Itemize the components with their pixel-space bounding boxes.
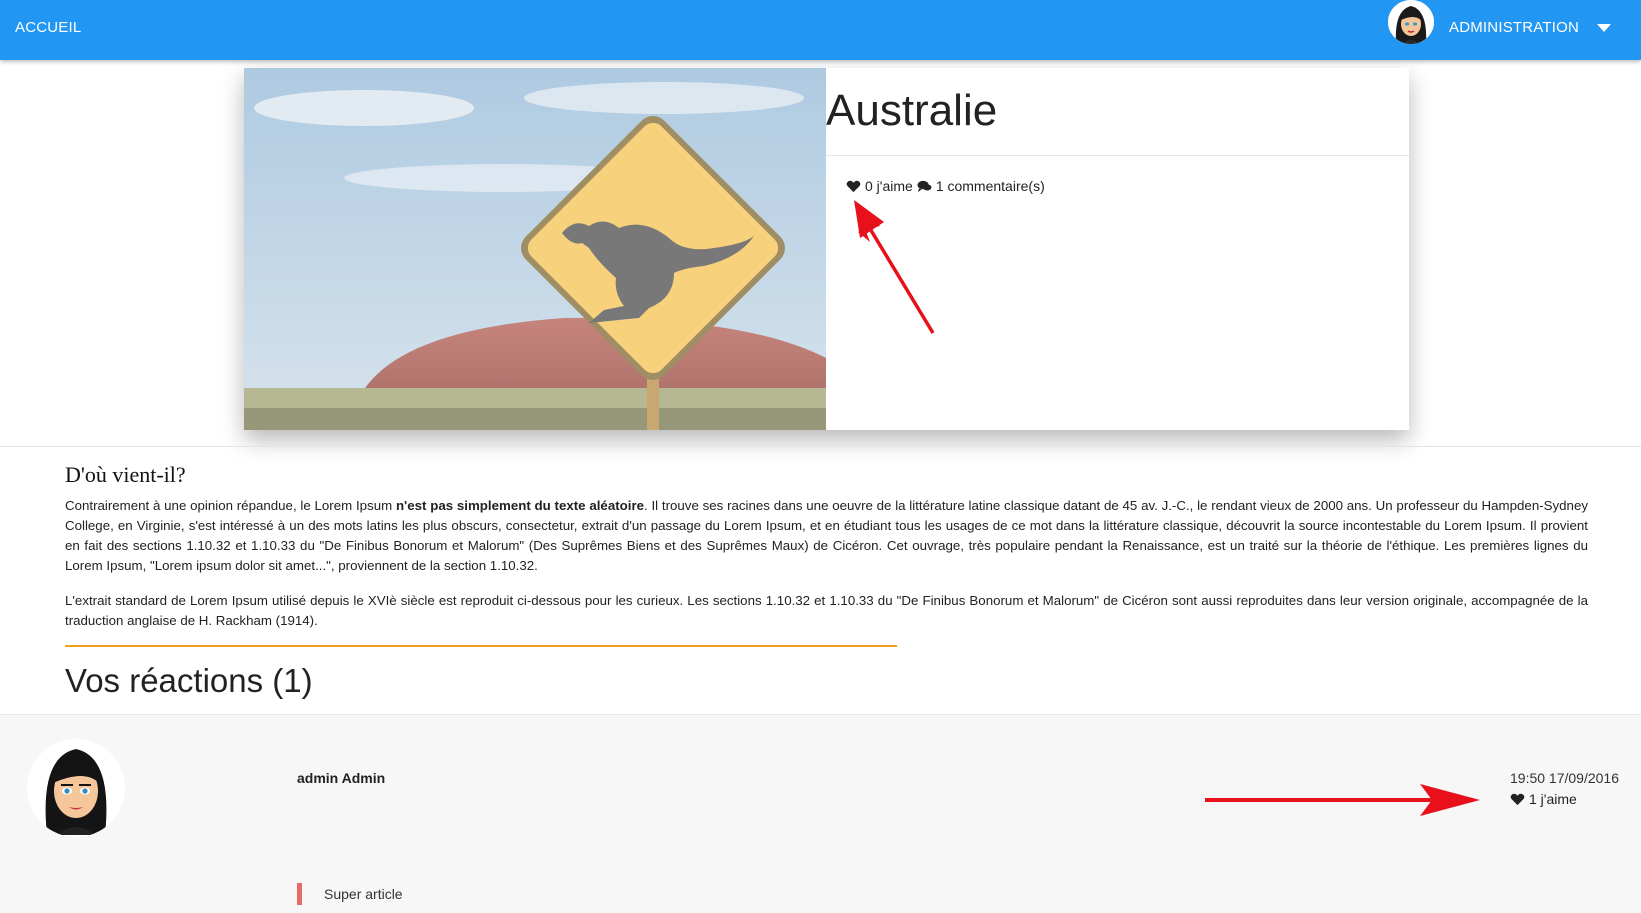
post-title: Australie [826, 86, 998, 135]
title-divider [826, 155, 1409, 156]
comment-text: Super article [297, 883, 403, 905]
caret-down-icon[interactable] [1597, 24, 1611, 32]
nav-admin-menu[interactable]: ADMINISTRATION [1449, 19, 1579, 36]
article-paragraph-1: Contrairement à une opinion répandue, le… [65, 496, 1588, 576]
comments-section: admin Admin 19:50 17/09/2016 1 j'aime Su… [0, 714, 1641, 913]
p1-text-start: Contrairement à une opinion répandue, le… [65, 498, 396, 513]
comments-icon [917, 180, 932, 192]
user-avatar[interactable] [1388, 0, 1434, 44]
comment-author-name: admin Admin [297, 770, 386, 786]
post-likes-count[interactable]: 0 j'aime [865, 178, 913, 194]
kangaroo-sign-image [244, 68, 826, 430]
top-navbar: ACCUEIL ADMINISTRATION [0, 0, 1641, 60]
article-heading: D'où vient-il? [65, 462, 186, 487]
comment-likes: 1 j'aime [1510, 791, 1577, 807]
reactions-title: Vos réactions (1) [65, 662, 313, 699]
heart-icon[interactable] [846, 180, 861, 193]
section-divider [0, 446, 1641, 447]
post-comments-count[interactable]: 1 commentaire(s) [936, 178, 1045, 194]
post-header-card: Australie 0 j'aime 1 commentaire(s) [244, 68, 1409, 430]
p1-bold-text: n'est pas simplement du texte aléatoire [395, 498, 645, 513]
comment-author-avatar [27, 739, 125, 837]
heart-icon[interactable] [1510, 793, 1525, 806]
post-cover-image [244, 68, 826, 430]
post-stats: 0 j'aime 1 commentaire(s) [846, 178, 1049, 194]
avatar-face-icon [1388, 0, 1434, 44]
accent-rule [65, 645, 897, 647]
article-paragraph-2: L'extrait standard de Lorem Ipsum utilis… [65, 593, 1588, 628]
avatar-face-icon [27, 739, 125, 837]
comment-likes-count[interactable]: 1 j'aime [1529, 791, 1577, 807]
comment-timestamp: 19:50 17/09/2016 [1510, 770, 1619, 786]
nav-home-link[interactable]: ACCUEIL [15, 19, 81, 36]
